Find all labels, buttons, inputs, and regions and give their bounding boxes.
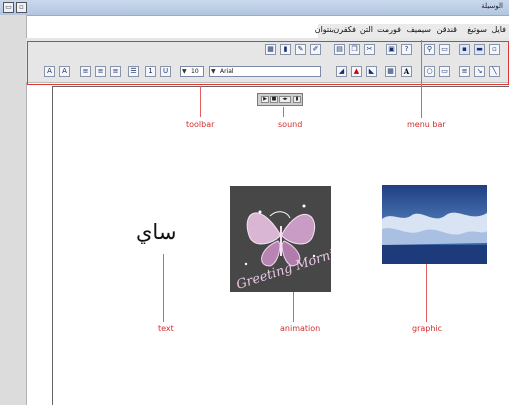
sound-player[interactable]: ▶ ■ ◂▸ ▮	[257, 93, 303, 106]
menu-item-edit[interactable]: سوتيغ	[467, 25, 487, 34]
text-pointer-line	[163, 254, 164, 322]
play-icon[interactable]: ▶	[261, 96, 269, 103]
left-strip	[0, 15, 27, 405]
menu-bar-label: menu bar	[407, 120, 446, 129]
toolbar-annotation-box	[27, 41, 509, 85]
app-title: الوسيلة	[481, 2, 503, 10]
sound-pointer-line	[283, 107, 284, 117]
arabic-text-object[interactable]: ساي	[136, 220, 176, 244]
menu-bar-pointer-line	[421, 40, 422, 118]
toolbar-label: toolbar	[186, 120, 215, 129]
graphic-label: graphic	[412, 324, 443, 333]
menu-item-view[interactable]: قندقن	[437, 25, 457, 34]
animation-label: animation	[280, 324, 321, 333]
title-bar: ▭ ▫ الوسيلة	[0, 0, 509, 16]
menu-item-tools[interactable]: التن	[360, 25, 373, 34]
sound-label: sound	[278, 120, 303, 129]
minimize-button[interactable]: ▭	[3, 2, 14, 13]
menu-item-format[interactable]: فورمت	[377, 25, 401, 34]
menu-item-window[interactable]: فكقرن	[333, 25, 356, 34]
animation-object[interactable]: Greeting Morning	[230, 186, 331, 292]
graphic-pointer-line	[426, 264, 427, 322]
animation-pointer-line	[293, 292, 294, 322]
menu-item-insert[interactable]: سيميف	[407, 25, 431, 34]
graphic-object[interactable]	[382, 185, 487, 264]
menu-bar: فايل سوتيغ قندقن سيميف فورمت التن فكقرن …	[315, 24, 509, 38]
progress-icon[interactable]: ◂▸	[279, 96, 291, 103]
restore-button[interactable]: ▫	[16, 2, 27, 13]
winter-landscape-image	[382, 185, 487, 264]
stop-icon[interactable]: ■	[270, 96, 278, 103]
volume-icon[interactable]: ▮	[293, 96, 301, 103]
menu-item-help[interactable]: بنتوان	[315, 25, 334, 34]
toolbar-pointer-line	[200, 86, 201, 117]
text-label: text	[158, 324, 174, 333]
menu-item-file[interactable]: فايل	[491, 25, 506, 34]
